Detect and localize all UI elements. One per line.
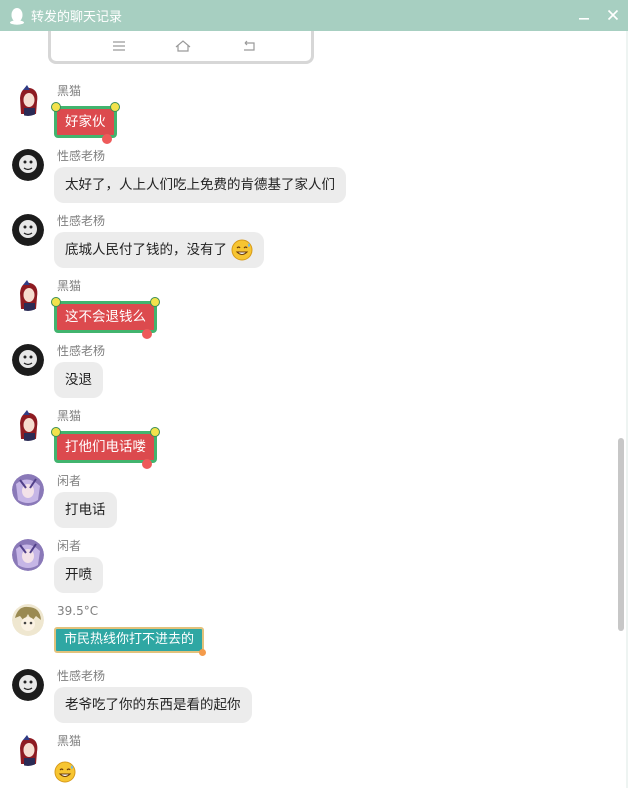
avatar[interactable]	[12, 409, 44, 441]
minimize-button[interactable]	[575, 6, 593, 24]
message-text: 太好了，人上人们吃上免费的肯德基了家人们	[65, 177, 335, 193]
sender-name: 39.5°C	[57, 604, 99, 618]
bubble-decoration	[109, 102, 120, 112]
sender-name: 性感老杨	[57, 669, 106, 683]
close-button[interactable]	[604, 6, 622, 24]
sender-name: 性感老杨	[57, 149, 106, 163]
avatar[interactable]	[12, 539, 44, 571]
avatar[interactable]	[12, 474, 44, 506]
message-bubble[interactable]: 这不会退钱么	[51, 297, 160, 339]
sender-name: 黑猫	[57, 279, 82, 293]
message-text: 打他们电话喽	[65, 439, 146, 455]
sender-name: 闲者	[57, 474, 82, 488]
message-bubble[interactable]: 市民热线你打不进去的	[54, 627, 207, 656]
message-text: 这不会退钱么	[65, 309, 146, 325]
message-bubble[interactable]: 开喷	[54, 557, 103, 593]
sender-name: 黑猫	[57, 84, 82, 98]
scrollbar-thumb[interactable]	[618, 438, 624, 631]
message-text: 市民热线你打不进去的	[64, 632, 195, 647]
sweat-smile-emoji	[231, 239, 253, 261]
message-text: 没退	[65, 372, 92, 388]
message-bubble[interactable]: 老爷吃了你的东西是看的起你	[54, 687, 252, 723]
avatar[interactable]	[12, 214, 44, 246]
close-icon	[607, 9, 619, 21]
message-text: 底城人民付了钱的，没有了	[65, 242, 227, 258]
message-text: 好家伙	[65, 114, 106, 130]
message-bubble[interactable]: 打电话	[54, 492, 117, 528]
bubble-decoration	[51, 297, 61, 307]
message-text: 开喷	[65, 567, 92, 583]
bubble-decoration	[150, 297, 160, 307]
message-text: 打电话	[65, 502, 106, 518]
phone-screenshot-image[interactable]	[48, 31, 314, 64]
menu-icon	[111, 39, 127, 53]
avatar[interactable]	[12, 84, 44, 116]
message-bubble[interactable]: 打他们电话喽	[51, 427, 160, 469]
message-bubble[interactable]: 太好了，人上人们吃上免费的肯德基了家人们	[54, 167, 346, 203]
title-bar: 转发的聊天记录	[0, 0, 628, 31]
scrollbar-track[interactable]	[615, 31, 625, 788]
bubble-decoration	[101, 134, 112, 144]
message-bubble[interactable]	[54, 754, 76, 790]
sender-name: 黑猫	[57, 734, 82, 748]
sender-name: 闲者	[57, 539, 82, 553]
avatar[interactable]	[12, 734, 44, 766]
bubble-decoration	[150, 427, 160, 437]
bubble-decoration	[199, 649, 207, 656]
message-bubble[interactable]: 没退	[54, 362, 103, 398]
home-icon	[175, 39, 191, 53]
sender-name: 性感老杨	[57, 344, 106, 358]
bubble-decoration	[142, 329, 152, 339]
avatar[interactable]	[12, 149, 44, 181]
message-text: 老爷吃了你的东西是看的起你	[65, 697, 241, 713]
bubble-decoration	[142, 459, 152, 469]
bubble-decoration	[51, 427, 61, 437]
message-bubble[interactable]: 底城人民付了钱的，没有了	[54, 232, 265, 268]
bubble-decoration	[51, 102, 61, 112]
qq-penguin-icon	[10, 7, 24, 25]
sender-name: 黑猫	[57, 409, 82, 423]
avatar[interactable]	[12, 279, 44, 311]
back-icon	[241, 39, 257, 53]
sweat-smile-emoji	[54, 761, 76, 783]
message-bubble[interactable]: 好家伙	[51, 102, 120, 144]
window-title: 转发的聊天记录	[31, 10, 123, 25]
avatar[interactable]	[12, 344, 44, 376]
avatar[interactable]	[12, 604, 44, 636]
avatar[interactable]	[12, 669, 44, 701]
minimize-icon	[579, 18, 589, 20]
sender-name: 性感老杨	[57, 214, 106, 228]
